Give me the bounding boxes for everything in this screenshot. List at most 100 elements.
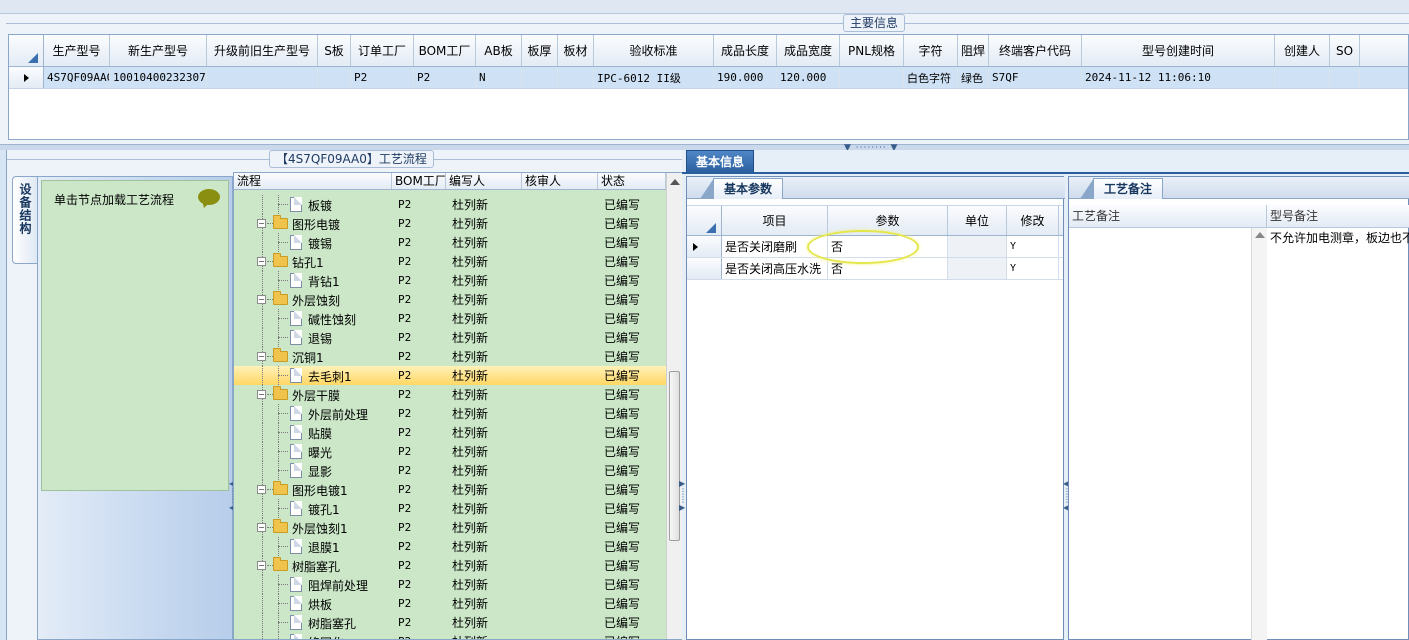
tree-cell-writer[interactable]: 杜列新 — [446, 480, 522, 499]
table-cell[interactable] — [1330, 67, 1360, 88]
tree-row[interactable]: 镀孔1 P2 杜列新 已编写 — [234, 499, 682, 518]
tree-cell-status[interactable]: 已编写 — [598, 214, 666, 233]
tree-cell-writer[interactable]: 杜列新 — [446, 442, 522, 461]
tree-node[interactable]: − 外层干膜 — [234, 385, 392, 404]
tree-cell-reviewer[interactable] — [522, 556, 598, 575]
table-cell[interactable]: 190.000 — [714, 67, 777, 88]
tree-cell-status[interactable]: 已编写 — [598, 195, 666, 214]
collapse-icon[interactable]: − — [257, 561, 266, 570]
tree-row[interactable]: − 图形电镀 P2 杜列新 已编写 — [234, 214, 682, 233]
param-cell-modify[interactable]: Y — [1007, 236, 1059, 257]
column-header[interactable]: 状态 — [598, 173, 666, 189]
column-header[interactable]: 单位 — [948, 206, 1007, 235]
table-cell[interactable] — [1275, 67, 1330, 88]
tree-cell-writer[interactable]: 杜列新 — [446, 195, 522, 214]
tree-cell-writer[interactable]: 杜列新 — [446, 499, 522, 518]
tree-row[interactable]: − 图形电镀1 P2 杜列新 已编写 — [234, 480, 682, 499]
tree-cell-writer[interactable]: 杜列新 — [446, 537, 522, 556]
tree-node[interactable]: 碱性蚀刻 — [234, 309, 392, 328]
tree-cell-writer[interactable]: 杜列新 — [446, 347, 522, 366]
tree-row[interactable]: 碱性蚀刻 P2 杜列新 已编写 — [234, 309, 682, 328]
tree-row[interactable]: − 外层蚀刻 P2 杜列新 已编写 — [234, 290, 682, 309]
tree-cell-factory[interactable]: P2 — [392, 518, 446, 537]
tree-cell-status[interactable]: 已编写 — [598, 385, 666, 404]
tree-cell-factory[interactable]: P2 — [392, 499, 446, 518]
tree-row[interactable]: 板镀 P2 杜列新 已编写 — [234, 195, 682, 214]
column-header[interactable]: 成品长度 — [714, 35, 777, 66]
tree-cell-writer[interactable]: 杜列新 — [446, 385, 522, 404]
tree-cell-status[interactable]: 已编写 — [598, 594, 666, 613]
tree-node[interactable]: − 图形电镀1 — [234, 480, 392, 499]
param-cell-modify[interactable]: Y — [1007, 258, 1059, 279]
column-header[interactable]: 核审人 — [522, 173, 598, 189]
tree-node[interactable]: 退膜1 — [234, 537, 392, 556]
tree-cell-writer[interactable]: 杜列新 — [446, 461, 522, 480]
tree-row[interactable]: − 外层蚀刻1 P2 杜列新 已编写 — [234, 518, 682, 537]
tree-node[interactable]: 显影 — [234, 461, 392, 480]
tree-cell-status[interactable]: 已编写 — [598, 347, 666, 366]
tree-cell-status[interactable]: 已编写 — [598, 461, 666, 480]
tree-cell-status[interactable]: 已编写 — [598, 404, 666, 423]
tree-cell-reviewer[interactable] — [522, 366, 598, 385]
column-header[interactable]: 板厚 — [522, 35, 558, 66]
tree-cell-status[interactable]: 已编写 — [598, 499, 666, 518]
tree-cell-status[interactable]: 已编写 — [598, 556, 666, 575]
scroll-up-icon[interactable] — [670, 179, 680, 185]
tree-cell-factory[interactable]: P2 — [392, 556, 446, 575]
column-header[interactable]: 阻焊 — [958, 35, 989, 66]
tree-cell-status[interactable]: 已编写 — [598, 613, 666, 632]
tab-basic-params[interactable]: 基本参数 — [699, 178, 784, 199]
table-cell[interactable]: IPC-6012 II级 — [594, 67, 714, 88]
table-cell[interactable]: 4S7QF09AA0 — [44, 67, 110, 88]
tree-cell-status[interactable]: 已编写 — [598, 537, 666, 556]
collapse-icon[interactable]: − — [257, 257, 266, 266]
tree-node[interactable]: − 图形电镀 — [234, 214, 392, 233]
param-row[interactable]: 是否关闭高压水洗否 Y — [687, 258, 1063, 280]
tree-cell-writer[interactable]: 杜列新 — [446, 328, 522, 347]
tree-node[interactable]: 外层前处理 — [234, 404, 392, 423]
tree-cell-factory[interactable]: P2 — [392, 575, 446, 594]
tree-node[interactable]: 镀锡 — [234, 233, 392, 252]
param-cell-param[interactable]: 否 — [828, 258, 948, 279]
tree-cell-reviewer[interactable] — [522, 518, 598, 537]
table-cell[interactable] — [207, 67, 318, 88]
tree-cell-writer[interactable]: 杜列新 — [446, 271, 522, 290]
tab-process-remarks[interactable]: 工艺备注 — [1079, 178, 1164, 199]
tree-cell-writer[interactable]: 杜列新 — [446, 632, 522, 639]
tree-node[interactable]: 终固化 — [234, 632, 392, 639]
tree-cell-reviewer[interactable] — [522, 271, 598, 290]
tree-row[interactable]: 贴膜 P2 杜列新 已编写 — [234, 423, 682, 442]
column-header[interactable]: 新生产型号 — [110, 35, 207, 66]
column-header[interactable]: 终端客户代码 — [989, 35, 1082, 66]
table-cell[interactable]: P2 — [351, 67, 414, 88]
tree-node[interactable]: 树脂塞孔 — [234, 613, 392, 632]
model-remark-text[interactable]: 不允许加电测章，板边也不 — [1267, 228, 1409, 247]
remark-vertical-scrollbar[interactable] — [1251, 228, 1267, 640]
device-tree-card[interactable]: 单击节点加载工艺流程 — [41, 180, 229, 491]
tree-node[interactable]: 贴膜 — [234, 423, 392, 442]
tree-cell-writer[interactable]: 杜列新 — [446, 290, 522, 309]
param-cell-item[interactable]: 是否关闭高压水洗 — [722, 258, 828, 279]
tree-cell-reviewer[interactable] — [522, 613, 598, 632]
table-cell[interactable] — [558, 67, 594, 88]
column-header[interactable]: S板 — [318, 35, 351, 66]
tree-cell-factory[interactable]: P2 — [392, 594, 446, 613]
tree-cell-status[interactable]: 已编写 — [598, 518, 666, 537]
tree-cell-reviewer[interactable] — [522, 480, 598, 499]
tree-cell-factory[interactable]: P2 — [392, 214, 446, 233]
column-header[interactable]: 生产型号 — [44, 35, 110, 66]
collapse-icon[interactable]: − — [257, 485, 266, 494]
tree-cell-factory[interactable]: P2 — [392, 366, 446, 385]
tree-node[interactable]: − 沉铜1 — [234, 347, 392, 366]
scrollbar-thumb[interactable] — [669, 371, 680, 541]
tree-cell-reviewer[interactable] — [522, 404, 598, 423]
table-cell[interactable] — [522, 67, 558, 88]
tree-node[interactable]: 镀孔1 — [234, 499, 392, 518]
tree-cell-factory[interactable]: P2 — [392, 271, 446, 290]
column-header[interactable]: 修改 — [1007, 206, 1059, 235]
table-cell[interactable]: 白色字符 — [904, 67, 958, 88]
column-header[interactable]: 字符 — [904, 35, 958, 66]
param-cell-unit[interactable] — [948, 258, 1007, 279]
tree-cell-status[interactable]: 已编写 — [598, 290, 666, 309]
tree-cell-reviewer[interactable] — [522, 195, 598, 214]
